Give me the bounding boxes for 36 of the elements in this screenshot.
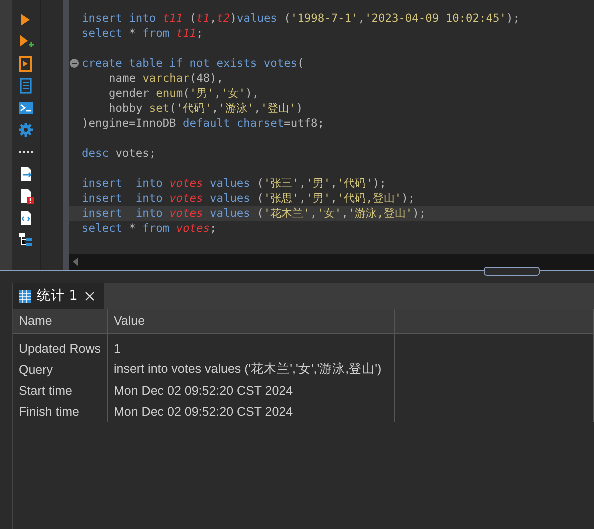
gear-icon[interactable] xyxy=(18,122,34,138)
column-header[interactable]: Name xyxy=(13,309,108,334)
table-cell: Query xyxy=(13,359,108,380)
code-line: desc votes; xyxy=(81,146,158,161)
export-icon[interactable] xyxy=(18,166,34,182)
code-line: hobby set('代码','游泳','登山') xyxy=(108,101,304,116)
script-icon[interactable] xyxy=(18,56,34,72)
code-line: select * from t11; xyxy=(81,26,204,41)
table-cell: Start time xyxy=(13,380,108,401)
code-line: name varchar(48), xyxy=(108,71,225,86)
scroll-left-icon[interactable] xyxy=(71,257,81,267)
table-cell: Mon Dec 02 09:52:20 CST 2024 xyxy=(108,401,394,422)
code-line: insert into t11 (t1,t2)values ('1998-7-1','2023-04-09 10:02:45'); xyxy=(81,11,521,26)
table-cell: 1 xyxy=(108,334,394,359)
code-line: insert into votes values ('张三','男','代码'); xyxy=(81,176,388,191)
terminal-icon[interactable] xyxy=(18,100,34,116)
code-document-icon[interactable] xyxy=(18,210,34,226)
column-header[interactable]: Value xyxy=(108,309,394,334)
error-document-icon[interactable] xyxy=(18,188,34,204)
table-cell: Finish time xyxy=(13,401,108,422)
code-line: insert into votes values ('张思','男','代码,登山'); xyxy=(81,191,416,206)
splitter-handle[interactable] xyxy=(484,267,540,276)
close-icon[interactable] xyxy=(84,290,96,302)
code-line: select * from votes; xyxy=(81,221,218,236)
horizontal-scrollbar[interactable] xyxy=(69,254,594,270)
table-cell: Mon Dec 02 09:52:20 CST 2024 xyxy=(108,380,394,401)
code-line: )engine=InnoDB default charset=utf8; xyxy=(81,116,326,131)
tree-icon[interactable] xyxy=(18,232,34,248)
code-line: create table if not exists votes( xyxy=(69,56,594,71)
table-cell: Updated Rows xyxy=(13,334,108,359)
document-icon[interactable] xyxy=(18,78,34,94)
table-cell: insert into votes values ('花木兰','女','游泳,登山') xyxy=(108,359,394,380)
result-tab[interactable]: 统计 1 xyxy=(13,283,104,309)
run-add-icon[interactable] xyxy=(18,34,34,50)
code-line: gender enum('男','女'), xyxy=(108,86,260,101)
grid-icon xyxy=(19,290,31,302)
